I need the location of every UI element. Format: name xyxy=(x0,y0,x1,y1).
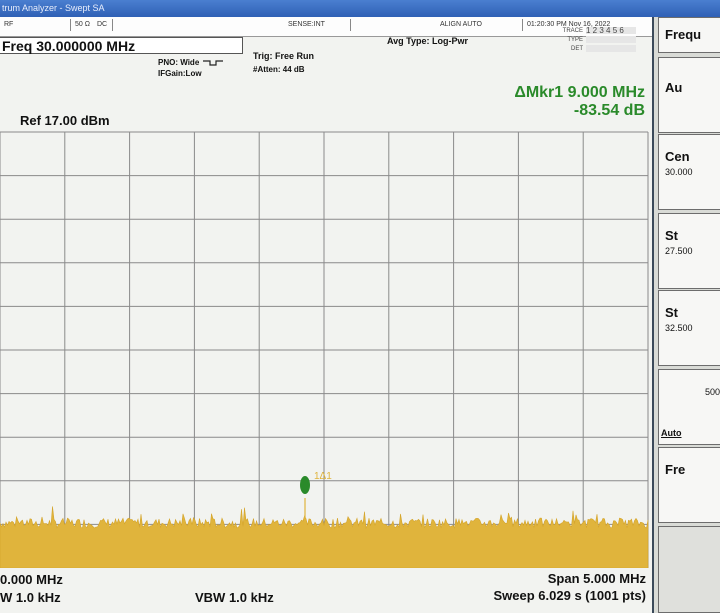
trace-label: TRACE xyxy=(562,28,583,35)
center-frequency-footer: 0.000 MHz xyxy=(0,572,63,587)
sweep-footer: Sweep 6.029 s (1001 pts) xyxy=(493,588,646,603)
vbw-footer: VBW 1.0 kHz xyxy=(195,590,274,605)
softkey-label: Fre xyxy=(665,462,686,477)
softkey-label: Au xyxy=(665,80,683,95)
softkey-start-freq[interactable]: St 27.500 xyxy=(658,213,720,289)
align-indicator: ALIGN AUTO xyxy=(440,21,482,28)
softkey-value: 32.500 xyxy=(665,323,693,333)
marker-label: 1Δ1 xyxy=(314,471,332,482)
trace-value: 1 2 3 4 5 6 xyxy=(586,27,636,35)
det-label: DET xyxy=(571,46,583,53)
softkey-label: St xyxy=(665,305,678,320)
attenuation-setting: #Atten: 44 dB xyxy=(253,65,305,74)
det-value xyxy=(586,45,636,53)
pno-setting: PNO: Wide xyxy=(158,57,224,68)
grid-lines xyxy=(0,131,649,568)
rbw-footer: W 1.0 kHz xyxy=(0,590,61,605)
softkey-freq-offset[interactable]: Fre xyxy=(658,447,720,523)
pno-label: PNO: Wide xyxy=(158,58,200,67)
center-frequency-display[interactable]: Freq 30.000000 MHz xyxy=(0,37,243,54)
sense-indicator: SENSE:INT xyxy=(288,21,325,28)
type-row: TYPE xyxy=(535,36,645,45)
marker-readout: ΔMkr1 9.000 MHz -83.54 dB xyxy=(514,84,645,120)
softkey-value: 27.500 xyxy=(665,246,693,256)
impedance-indicator: 50 Ω xyxy=(75,21,90,28)
trace-panel: TRACE 1 2 3 4 5 6 TYPE DET xyxy=(535,27,645,67)
avg-type-setting: Avg Type: Log-Pwr xyxy=(387,36,468,46)
marker-delta-frequency: ΔMkr1 9.000 MHz xyxy=(514,84,645,101)
softkey-center-freq[interactable]: Cen 30.000 xyxy=(658,134,720,210)
sweep-mode-icon xyxy=(202,60,223,66)
softkey-cf-step[interactable]: 500 Auto xyxy=(658,369,720,445)
softkey-label: St xyxy=(665,228,678,243)
softkey-auto-tune[interactable]: Au xyxy=(658,57,720,133)
window-title: trum Analyzer - Swept SA xyxy=(2,3,105,13)
softkey-more[interactable] xyxy=(658,526,720,613)
marker-delta-level: -83.54 dB xyxy=(573,102,645,119)
status-separator xyxy=(350,19,351,31)
status-separator xyxy=(112,19,113,31)
spectrum-graticule[interactable]: 1Δ1 xyxy=(0,128,652,568)
softkey-stop-freq[interactable]: St 32.500 xyxy=(658,290,720,366)
softkey-auto-toggle[interactable]: Auto xyxy=(661,428,682,438)
rf-input-indicator: RF xyxy=(4,21,14,28)
softkey-frequency-menu[interactable]: Frequ xyxy=(658,17,720,53)
center-frequency-value: Freq 30.000000 MHz xyxy=(2,38,136,54)
softkey-label: Cen xyxy=(665,149,690,164)
softkey-value: 30.000 xyxy=(665,167,693,177)
trace-row: TRACE 1 2 3 4 5 6 xyxy=(535,27,645,36)
status-separator xyxy=(70,19,71,31)
softkey-label: Frequ xyxy=(665,27,702,42)
marker-icon[interactable] xyxy=(300,476,310,494)
softkey-panel: Frequ Au Cen 30.000 St 27.500 St 32.500 … xyxy=(652,17,720,613)
coupling-indicator: DC xyxy=(97,21,108,28)
type-label: TYPE xyxy=(567,37,583,44)
type-value xyxy=(586,36,636,44)
window-title-bar: trum Analyzer - Swept SA xyxy=(0,0,720,17)
det-row: DET xyxy=(535,45,645,54)
softkey-value: 500 xyxy=(704,387,720,397)
status-separator xyxy=(522,19,523,31)
reference-level: Ref 17.00 dBm xyxy=(20,113,110,128)
span-footer: Span 5.000 MHz xyxy=(547,571,646,586)
ifgain-setting: IFGain:Low xyxy=(158,69,202,78)
trigger-setting: Trig: Free Run xyxy=(253,51,315,61)
